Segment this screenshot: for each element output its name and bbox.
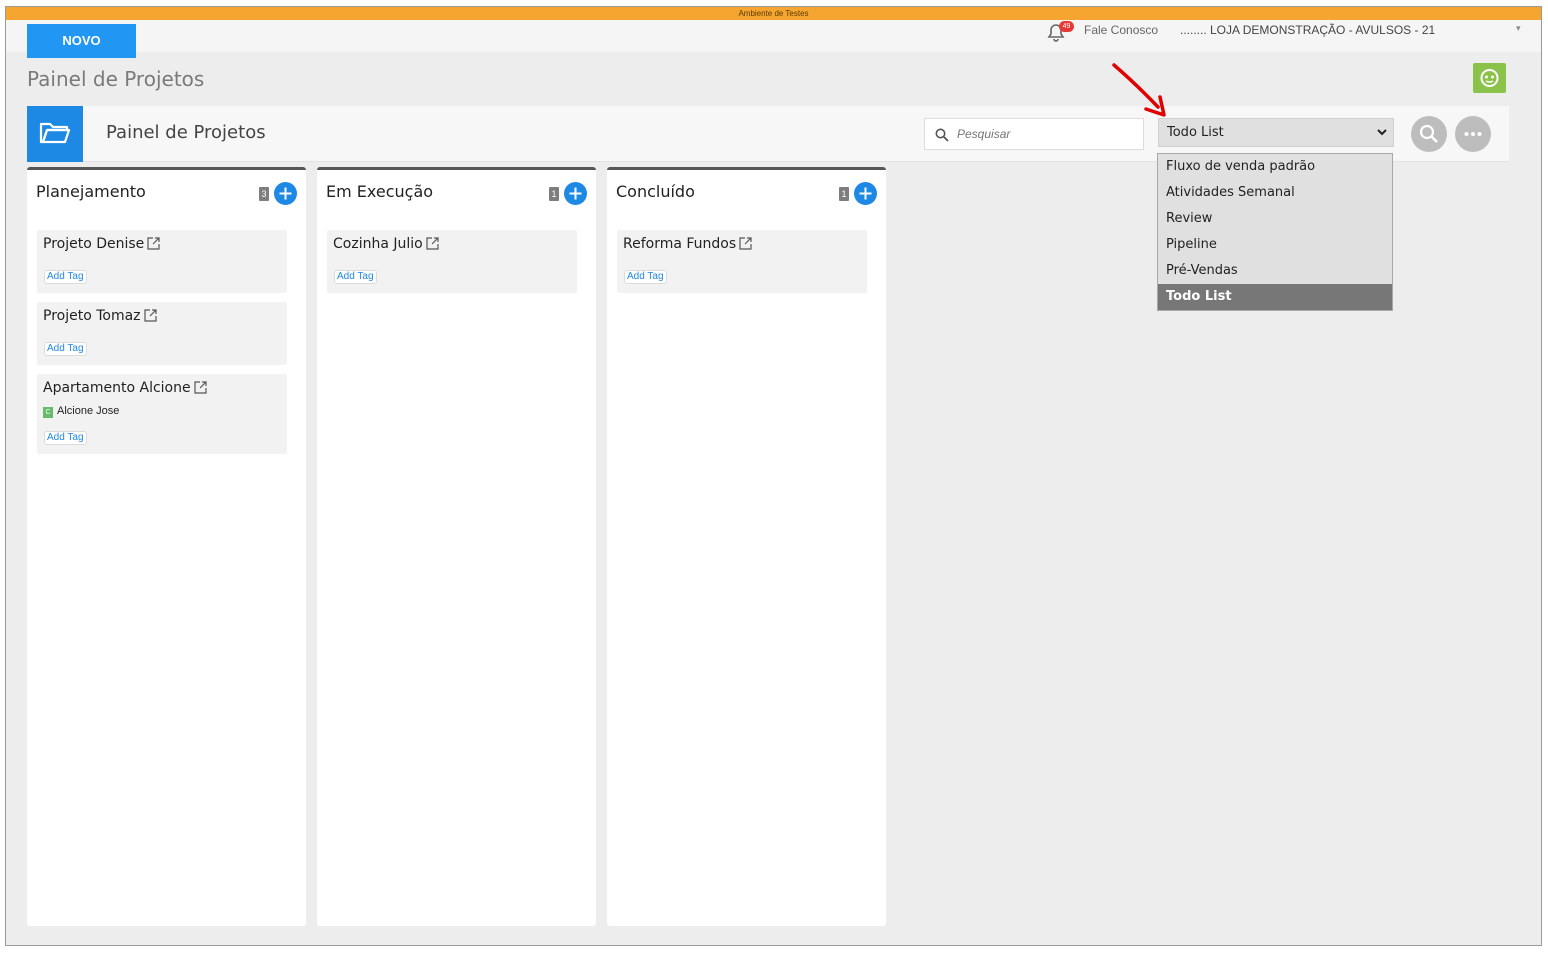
store-selector[interactable]: ........ LOJA DEMONSTRAÇÃO - AVULSOS - 2… (1180, 23, 1435, 37)
project-card[interactable]: Projeto Tomaz Add Tag (37, 302, 287, 365)
external-link-icon[interactable] (426, 237, 439, 250)
environment-banner: Ambiente de Testes (6, 7, 1541, 20)
board-option[interactable]: Pipeline (1158, 232, 1392, 258)
board-title: Painel de Projetos (106, 122, 266, 143)
project-card[interactable]: Cozinha Julio Add Tag (327, 230, 577, 293)
chat-icon (1480, 69, 1499, 87)
project-card[interactable]: Projeto Denise Add Tag (37, 230, 287, 293)
add-tag-button[interactable]: Add Tag (44, 270, 87, 284)
add-card-button[interactable] (854, 182, 877, 205)
more-options-button[interactable] (1455, 116, 1491, 152)
column-planejamento: Planejamento 3 Projeto Denise Add Tag Pr… (27, 167, 306, 926)
contact-type-badge: C (43, 407, 53, 418)
notification-count-badge: 49 (1059, 21, 1074, 32)
plus-icon (569, 187, 582, 200)
add-card-button[interactable] (564, 182, 587, 205)
page-title: Painel de Projetos (27, 67, 205, 91)
board-option-selected[interactable]: Todo List (1158, 284, 1392, 310)
project-card[interactable]: Reforma Fundos Add Tag (617, 230, 867, 293)
column-title: Em Execução (326, 182, 434, 201)
column-count-badge: 3 (259, 187, 269, 201)
app-window: Ambiente de Testes NOVO 49 Fale Conosco … (5, 6, 1542, 946)
column-count-badge: 1 (839, 187, 849, 201)
column-title: Concluído (616, 182, 695, 201)
add-tag-button[interactable]: Add Tag (334, 270, 377, 284)
chat-button[interactable] (1473, 63, 1506, 93)
column-concluido: Concluído 1 Reforma Fundos Add Tag (607, 167, 886, 926)
external-link-icon[interactable] (147, 237, 160, 250)
card-title[interactable]: Reforma Fundos (623, 236, 736, 252)
search-icon (1419, 124, 1438, 143)
board-option[interactable]: Atividades Semanal (1158, 180, 1392, 206)
caret-down-icon[interactable]: ▾ (1516, 24, 1521, 34)
external-link-icon[interactable] (739, 237, 752, 250)
contact-name: Alcione Jose (57, 405, 120, 417)
annotation-arrow-icon (1112, 63, 1166, 117)
project-card[interactable]: Apartamento Alcione C Alcione Jose Add Ta… (37, 374, 287, 454)
plus-icon (279, 187, 292, 200)
column-count-badge: 1 (549, 187, 559, 201)
card-title[interactable]: Projeto Tomaz (43, 308, 141, 324)
search-button[interactable] (1411, 116, 1447, 152)
chevron-down-icon (1377, 129, 1387, 136)
external-link-icon[interactable] (194, 381, 207, 394)
column-title: Planejamento (36, 182, 146, 201)
external-link-icon[interactable] (143, 309, 157, 322)
folder-icon (27, 106, 83, 162)
add-tag-button[interactable]: Add Tag (44, 431, 87, 445)
board-select[interactable]: Todo List (1158, 118, 1394, 147)
card-title[interactable]: Apartamento Alcione (43, 380, 191, 396)
add-tag-button[interactable]: Add Tag (44, 342, 87, 356)
top-bar: NOVO 49 Fale Conosco ........ LOJA DEMON… (6, 20, 1541, 58)
card-title[interactable]: Cozinha Julio (333, 236, 423, 252)
add-card-button[interactable] (274, 182, 297, 205)
board-select-dropdown: Fluxo de venda padrão Atividades Semanal… (1157, 153, 1393, 311)
contact-us-link[interactable]: Fale Conosco (1084, 23, 1158, 37)
board-option[interactable]: Review (1158, 206, 1392, 232)
column-em-execucao: Em Execução 1 Cozinha Julio Add Tag (317, 167, 596, 926)
plus-icon (859, 187, 872, 200)
card-contact: C Alcione Jose (43, 405, 119, 418)
board-option[interactable]: Fluxo de venda padrão (1158, 154, 1392, 180)
board-option[interactable]: Pré-Vendas (1158, 258, 1392, 284)
new-button[interactable]: NOVO (27, 24, 136, 58)
ellipsis-icon (1464, 132, 1482, 136)
search-icon (935, 128, 949, 142)
add-tag-button[interactable]: Add Tag (624, 270, 667, 284)
card-title[interactable]: Projeto Denise (43, 236, 144, 252)
